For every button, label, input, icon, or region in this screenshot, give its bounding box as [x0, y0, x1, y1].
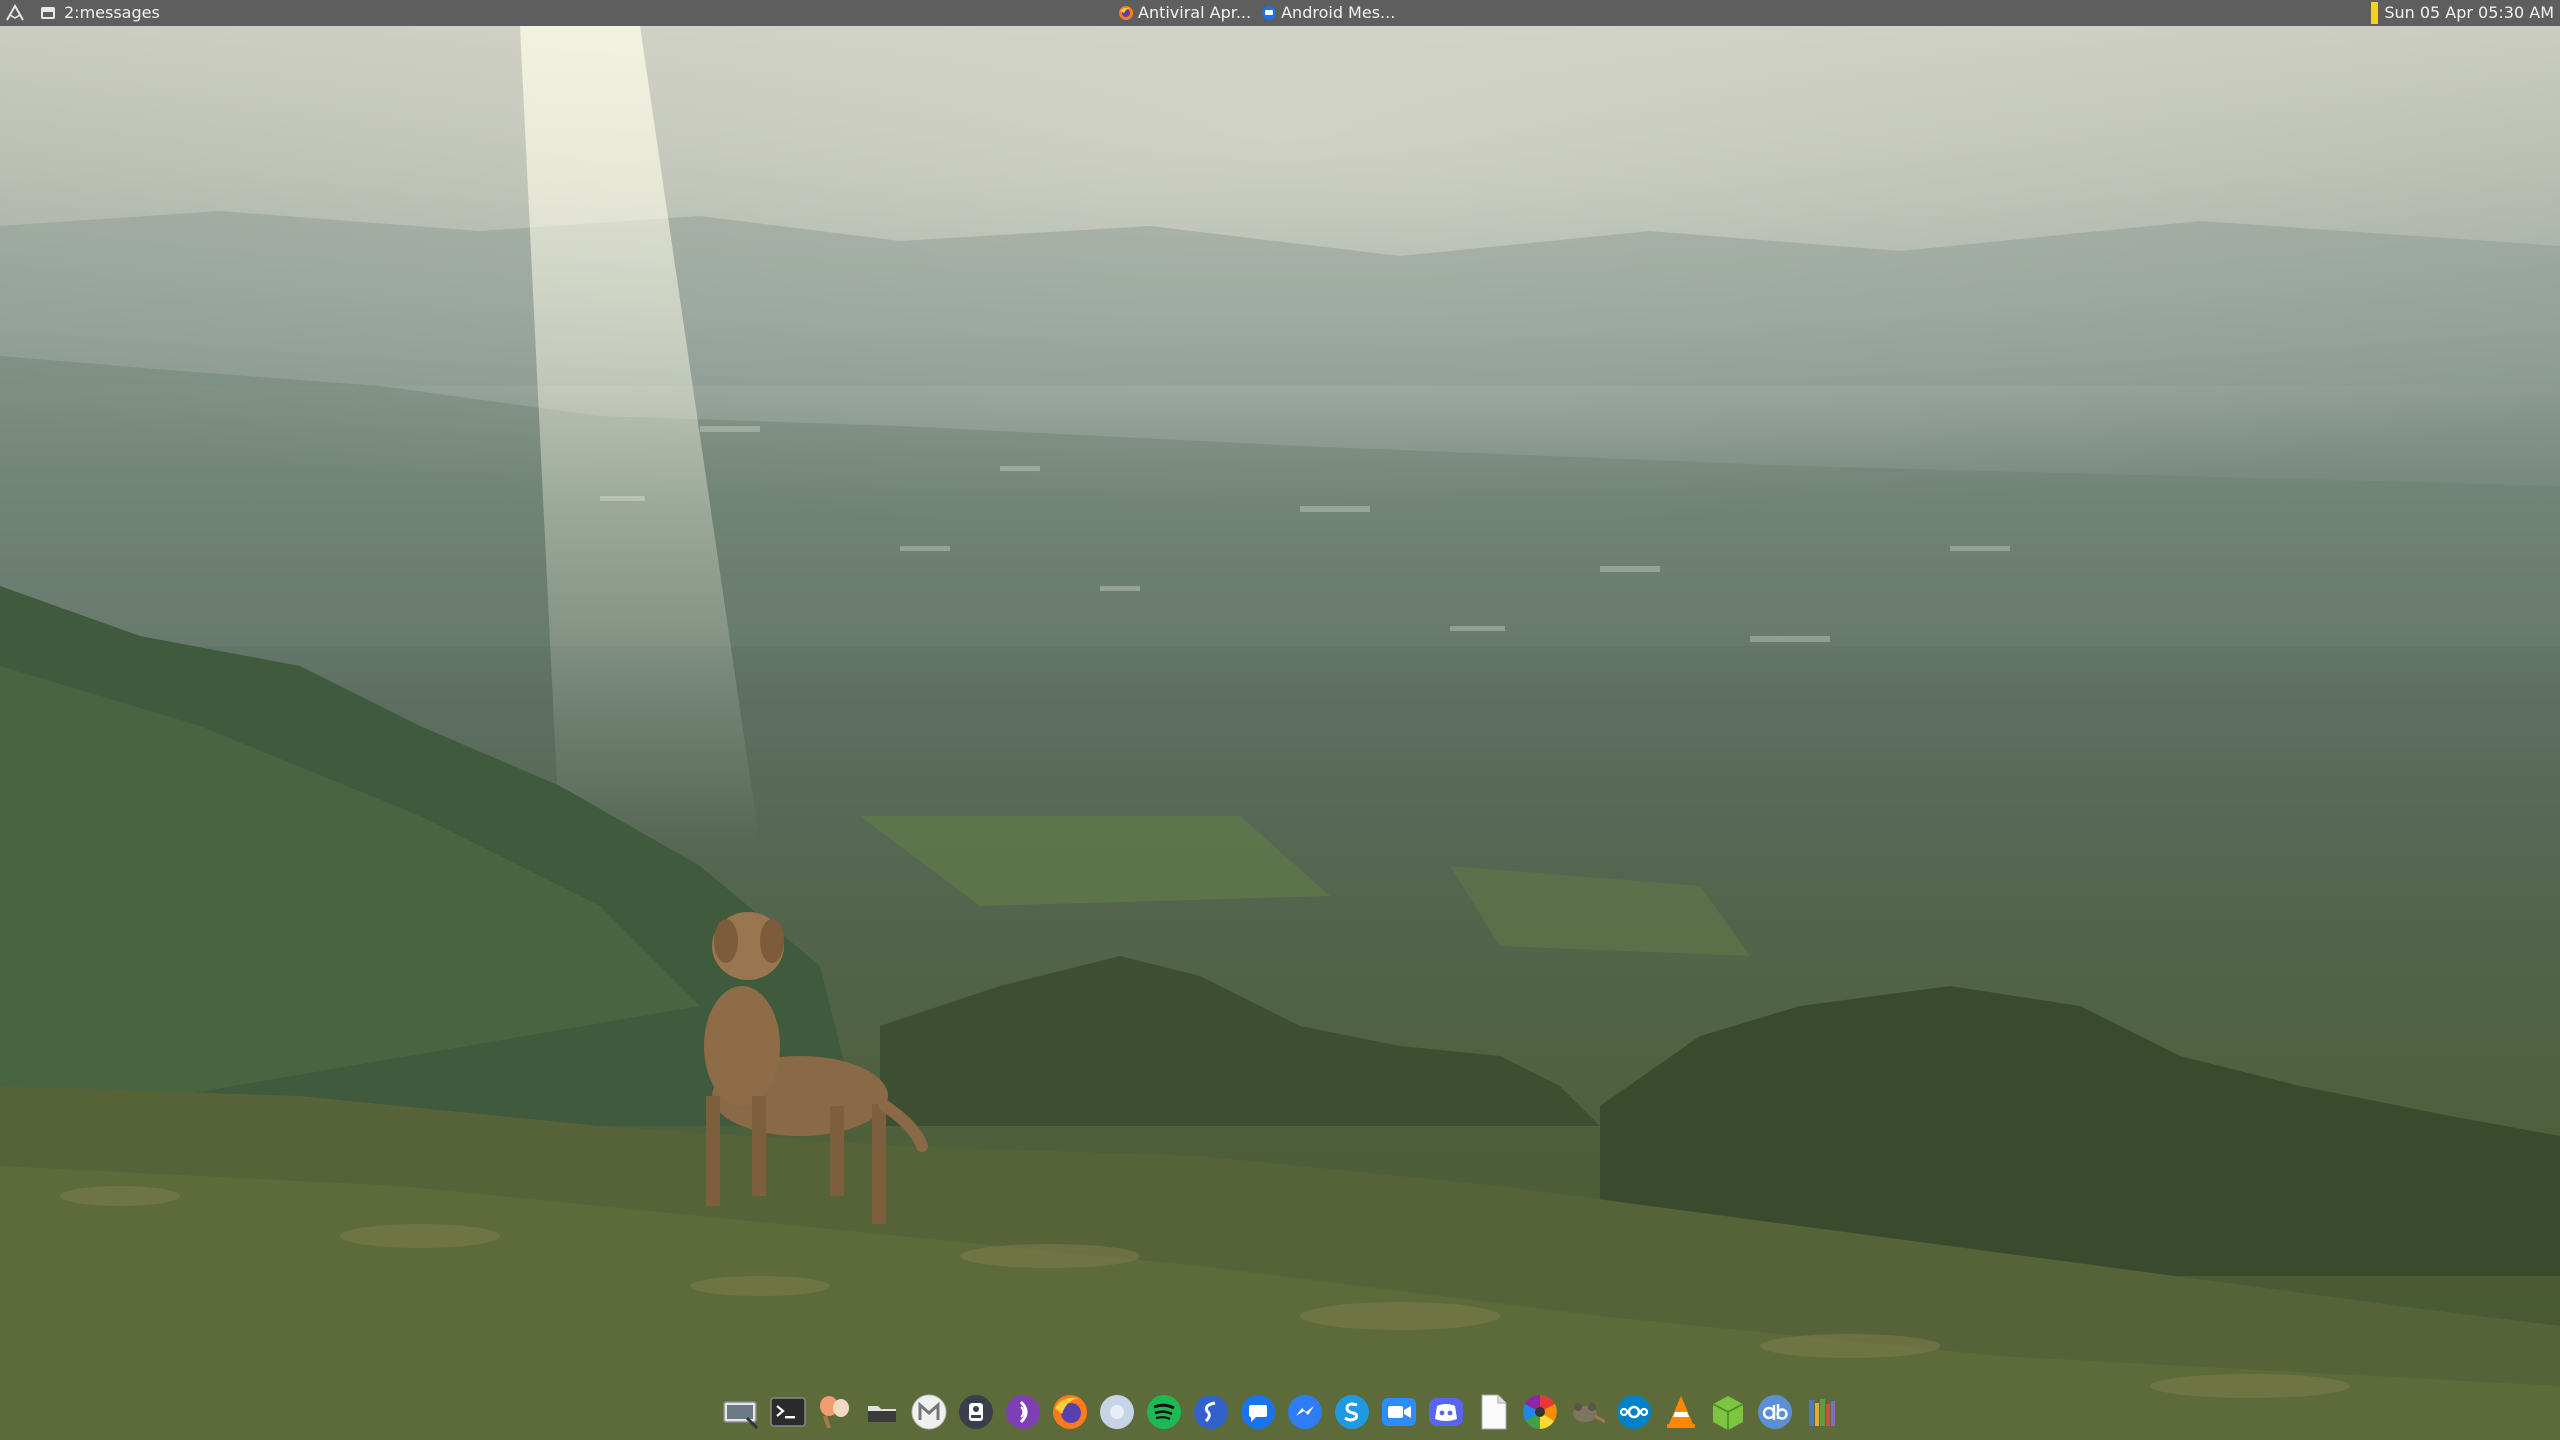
- dock-firefox[interactable]: [1048, 1391, 1091, 1434]
- workspace-label[interactable]: 2:messages: [64, 0, 160, 26]
- color-wheel-icon: [1522, 1395, 1557, 1429]
- spotify-icon: [1146, 1395, 1181, 1429]
- files-icon: [867, 1406, 896, 1422]
- dock-screenshot[interactable]: [719, 1391, 762, 1434]
- nextcloud-icon: [1616, 1395, 1651, 1429]
- dock-spotify[interactable]: [1142, 1391, 1185, 1434]
- task-label: Android Mes...: [1281, 3, 1396, 22]
- window-icon[interactable]: [40, 5, 56, 21]
- dock-nextcloud[interactable]: [1612, 1391, 1655, 1434]
- document-icon: [1481, 1394, 1506, 1430]
- gmail-icon: [911, 1394, 946, 1430]
- dock-zoom[interactable]: [1377, 1391, 1420, 1434]
- dock-color-wheel[interactable]: [1518, 1391, 1561, 1434]
- messages-icon: [1240, 1395, 1275, 1429]
- firefox-icon: [1052, 1395, 1087, 1429]
- gimp-icon: [1572, 1403, 1606, 1424]
- dock-gimp[interactable]: [1565, 1391, 1608, 1434]
- taskbar: Antiviral Apr... Android Mes...: [1118, 0, 1395, 26]
- dock-skype[interactable]: [1330, 1391, 1373, 1434]
- dock-discord[interactable]: [1424, 1391, 1467, 1434]
- messages-icon: [1262, 6, 1277, 20]
- dock-messenger[interactable]: [1283, 1391, 1326, 1434]
- tor-icon: [1005, 1395, 1040, 1429]
- paint-icon: [819, 1396, 849, 1429]
- dock-chromium[interactable]: [1095, 1391, 1138, 1434]
- terminal-icon: [769, 1397, 806, 1427]
- signal-icon: [958, 1395, 993, 1429]
- top-panel: 2:messages Antiviral Apr... Android Mes.…: [0, 0, 2560, 26]
- skype-icon: [1334, 1395, 1369, 1429]
- messenger-icon: [1287, 1395, 1322, 1429]
- library-icon: [1808, 1399, 1835, 1426]
- task-label: Antiviral Apr...: [1138, 3, 1252, 22]
- landscape-photo: [0, 26, 2560, 1440]
- system-menu-icon[interactable]: [0, 0, 30, 26]
- chromium-icon: [1099, 1395, 1134, 1429]
- task-antiviral[interactable]: Antiviral Apr...: [1118, 0, 1251, 26]
- desktop-wallpaper: [0, 26, 2560, 1440]
- dock-library[interactable]: [1800, 1391, 1843, 1434]
- tray-indicator[interactable]: [2371, 2, 2379, 24]
- dock-vlc[interactable]: [1659, 1391, 1702, 1434]
- dock-paint[interactable]: [813, 1391, 856, 1434]
- app-dock: [719, 1390, 1843, 1434]
- screenshot-icon: [722, 1401, 758, 1430]
- dock-document[interactable]: [1471, 1391, 1514, 1434]
- discord-icon: [1428, 1398, 1463, 1426]
- dock-tor[interactable]: [1001, 1391, 1044, 1434]
- qbittorrent-icon: [1757, 1395, 1792, 1429]
- dock-qbittorrent[interactable]: [1753, 1391, 1796, 1434]
- package-icon: [1712, 1396, 1743, 1430]
- dock-signal[interactable]: [954, 1391, 997, 1434]
- dock-package[interactable]: [1706, 1391, 1749, 1434]
- clock[interactable]: Sun 05 Apr 05:30 AM: [2384, 0, 2560, 26]
- dock-terminal[interactable]: [766, 1391, 809, 1434]
- task-android-messages[interactable]: Android Mes...: [1261, 0, 1395, 26]
- simplenote-icon: [1193, 1395, 1228, 1429]
- dock-messages[interactable]: [1236, 1391, 1279, 1434]
- dock-simplenote[interactable]: [1189, 1391, 1232, 1434]
- dock-files[interactable]: [860, 1391, 903, 1434]
- dock-gmail[interactable]: [907, 1391, 950, 1434]
- vlc-icon: [1666, 1396, 1695, 1428]
- firefox-icon: [1119, 6, 1133, 20]
- zoom-icon: [1381, 1398, 1416, 1426]
